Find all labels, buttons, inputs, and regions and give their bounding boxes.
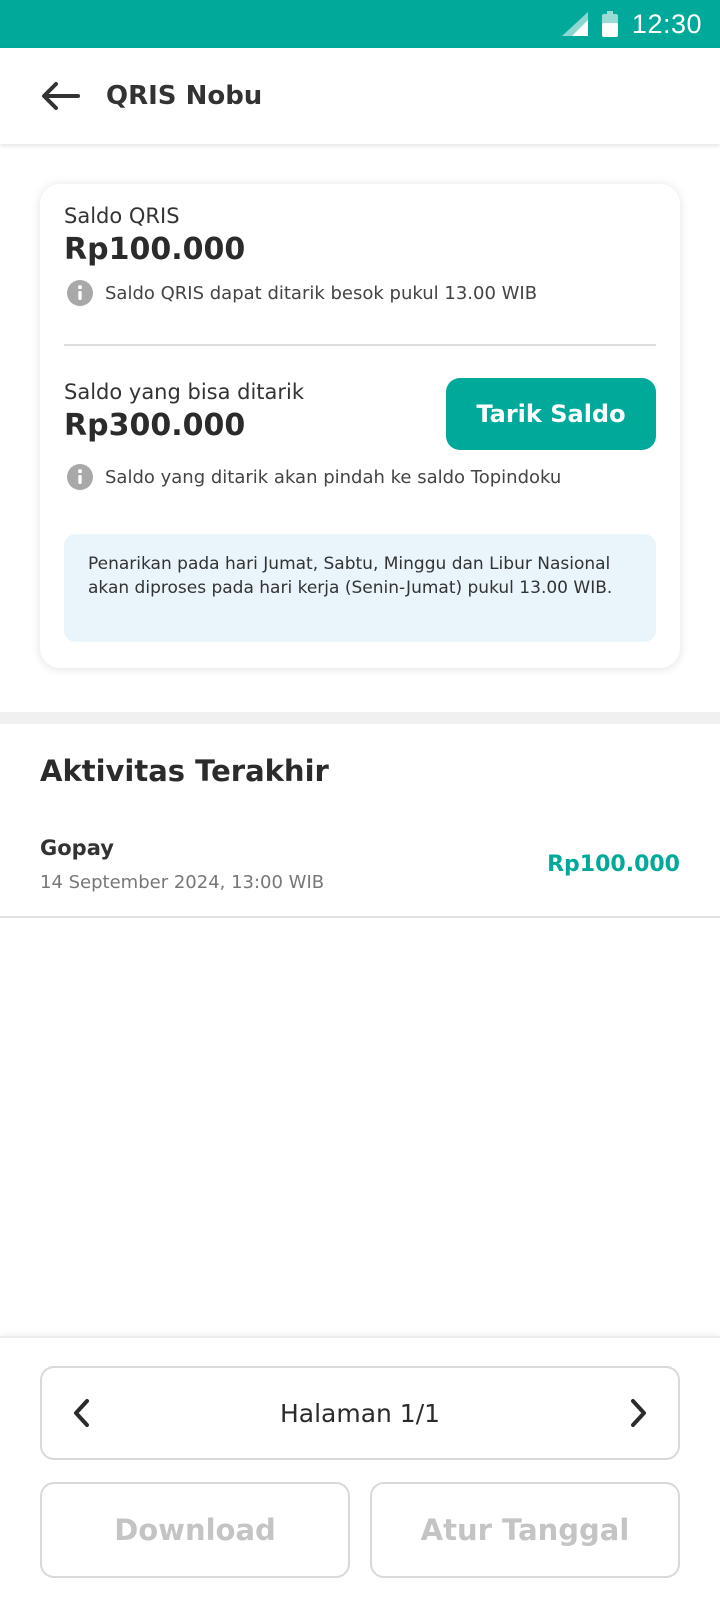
pagination: Halaman 1/1 [40, 1366, 680, 1460]
info-icon [67, 280, 93, 306]
section-divider [0, 712, 720, 724]
activity-amount: Rp100.000 [547, 852, 680, 877]
activity-item[interactable]: Gopay 14 September 2024, 13:00 WIB Rp100… [0, 830, 720, 918]
withdrawable-balance-label: Saldo yang bisa ditarik [64, 380, 305, 404]
qris-balance-label: Saldo QRIS [64, 204, 180, 228]
card-divider [64, 344, 656, 346]
chevron-left-icon [74, 1399, 89, 1427]
withdrawal-notice: Penarikan pada hari Jumat, Sabtu, Minggu… [64, 534, 656, 642]
withdraw-info-text: Saldo yang ditarik akan pindah ke saldo … [105, 466, 562, 488]
withdraw-balance-button[interactable]: Tarik Saldo [446, 378, 656, 450]
status-time: 12:30 [631, 8, 702, 39]
next-page-button[interactable] [598, 1368, 678, 1458]
back-button[interactable] [30, 66, 90, 126]
bottom-panel: Halaman 1/1 Download Atur Tanggal [0, 1336, 720, 1600]
activity-name: Gopay [40, 836, 114, 860]
info-icon [67, 464, 93, 490]
activity-date: 14 September 2024, 13:00 WIB [40, 872, 325, 893]
chevron-right-icon [631, 1399, 646, 1427]
qris-info-row: Saldo QRIS dapat ditarik besok pukul 13.… [67, 280, 537, 306]
page-indicator: Halaman 1/1 [279, 1398, 441, 1428]
app-bar: QRIS Nobu [0, 48, 720, 144]
qris-info-text: Saldo QRIS dapat ditarik besok pukul 13.… [105, 282, 538, 304]
arrow-left-icon [42, 82, 80, 110]
withdraw-info-row: Saldo yang ditarik akan pindah ke saldo … [67, 464, 561, 490]
signal-icon [561, 12, 588, 36]
set-date-button[interactable]: Atur Tanggal [370, 1482, 680, 1578]
previous-page-button[interactable] [42, 1368, 122, 1458]
recent-activity-title: Aktivitas Terakhir [40, 754, 329, 788]
download-button[interactable]: Download [40, 1482, 350, 1578]
qris-balance-amount: Rp100.000 [64, 232, 246, 267]
balance-card: Saldo QRIS Rp100.000 Saldo QRIS dapat di… [40, 184, 680, 668]
battery-icon [601, 11, 618, 37]
withdrawable-balance-amount: Rp300.000 [64, 408, 246, 443]
status-bar: 12:30 [0, 0, 720, 48]
page-title: QRIS Nobu [106, 81, 263, 111]
